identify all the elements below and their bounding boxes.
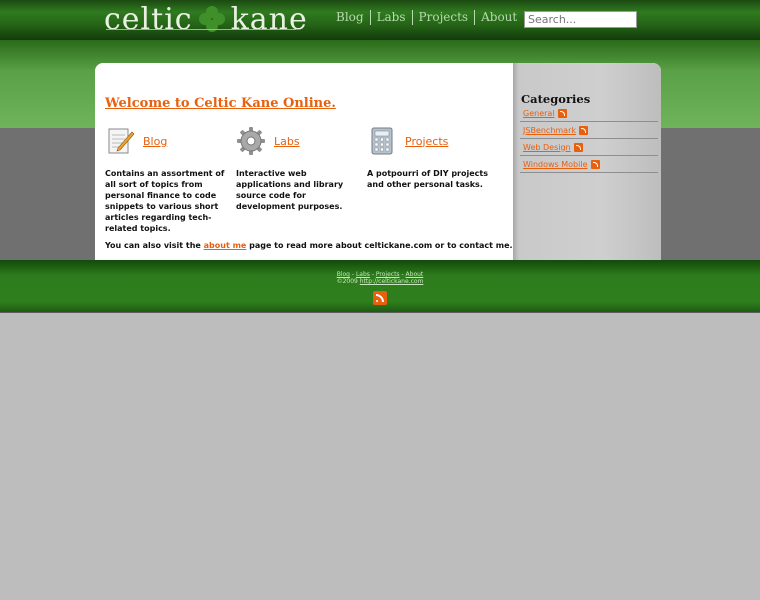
- section-blog: Blog Contains an assortment of all sort …: [105, 125, 230, 234]
- category-item: JSBenchmark: [520, 122, 658, 139]
- nav-blog[interactable]: Blog: [330, 10, 370, 25]
- notepad-pencil-icon: [108, 128, 135, 154]
- logo-text-left: celtic: [104, 1, 193, 37]
- rss-icon[interactable]: [557, 108, 567, 118]
- rss-icon[interactable]: [590, 159, 600, 169]
- gear-icon: [237, 127, 265, 155]
- section-projects: Projects A potpourri of DIY projects and…: [367, 125, 492, 190]
- welcome-heading[interactable]: Welcome to Celtic Kane Online.: [105, 96, 336, 111]
- footer-site-link[interactable]: http://celtickane.com: [360, 278, 424, 285]
- category-general-link[interactable]: General: [523, 109, 555, 118]
- blog-link[interactable]: Blog: [143, 135, 167, 148]
- category-web-design-link[interactable]: Web Design: [523, 143, 571, 152]
- projects-description: A potpourri of DIY projects and other pe…: [367, 169, 488, 189]
- categories-sidebar: Categories General JSBenchmark Web Desig…: [513, 63, 661, 260]
- content-card: Welcome to Celtic Kane Online. Blog Cont…: [95, 63, 661, 260]
- footer-link-about[interactable]: About: [406, 271, 424, 278]
- rss-icon[interactable]: [579, 125, 589, 135]
- footer-link-blog[interactable]: Blog: [337, 271, 350, 278]
- section-labs: Labs Interactive web applications and li…: [236, 125, 361, 212]
- footer-link-labs[interactable]: Labs: [356, 271, 370, 278]
- footer: Blog - Labs - Projects - About ©2009 htt…: [0, 260, 760, 313]
- header-bar: celtic kane Blog Labs Projects About: [0, 0, 760, 40]
- nav-labs[interactable]: Labs: [369, 10, 412, 25]
- category-item: Web Design: [520, 139, 658, 156]
- footer-copyright: ©2009 http://celtickane.com: [0, 278, 760, 285]
- rss-icon[interactable]: [573, 142, 583, 152]
- main-content: Welcome to Celtic Kane Online. Blog Cont…: [95, 63, 513, 260]
- blog-description: Contains an assortment of all sort of to…: [105, 169, 225, 233]
- nav-about[interactable]: About: [474, 10, 523, 25]
- footer-link-projects[interactable]: Projects: [376, 271, 400, 278]
- page-background: [0, 313, 760, 600]
- projects-link[interactable]: Projects: [405, 135, 448, 148]
- about-prefix: You can also visit the: [105, 241, 204, 250]
- about-me-link[interactable]: about me: [204, 241, 247, 250]
- labs-description: Interactive web applications and library…: [236, 169, 344, 211]
- rss-feed-icon[interactable]: [373, 291, 387, 305]
- search-input[interactable]: [524, 11, 637, 28]
- nav-projects[interactable]: Projects: [411, 10, 475, 25]
- category-item: Windows Mobile: [520, 156, 658, 173]
- category-jsbenchmark-link[interactable]: JSBenchmark: [523, 126, 576, 135]
- footer-links: Blog - Labs - Projects - About: [0, 271, 760, 278]
- labs-link[interactable]: Labs: [274, 135, 300, 148]
- category-windows-mobile-link[interactable]: Windows Mobile: [523, 160, 588, 169]
- logo-text-right: kane: [230, 1, 308, 37]
- about-suffix: page to read more about celtickane.com o…: [246, 241, 513, 250]
- main-nav: Blog Labs Projects About: [330, 10, 523, 25]
- categories-title: Categories: [521, 92, 591, 106]
- calculator-icon: [371, 127, 393, 155]
- about-line: You can also visit the about me page to …: [105, 241, 513, 250]
- category-item: General: [520, 105, 658, 122]
- logo-underline: [106, 29, 296, 30]
- site-logo[interactable]: celtic kane: [104, 1, 308, 37]
- copyright-text: ©2009: [336, 278, 360, 285]
